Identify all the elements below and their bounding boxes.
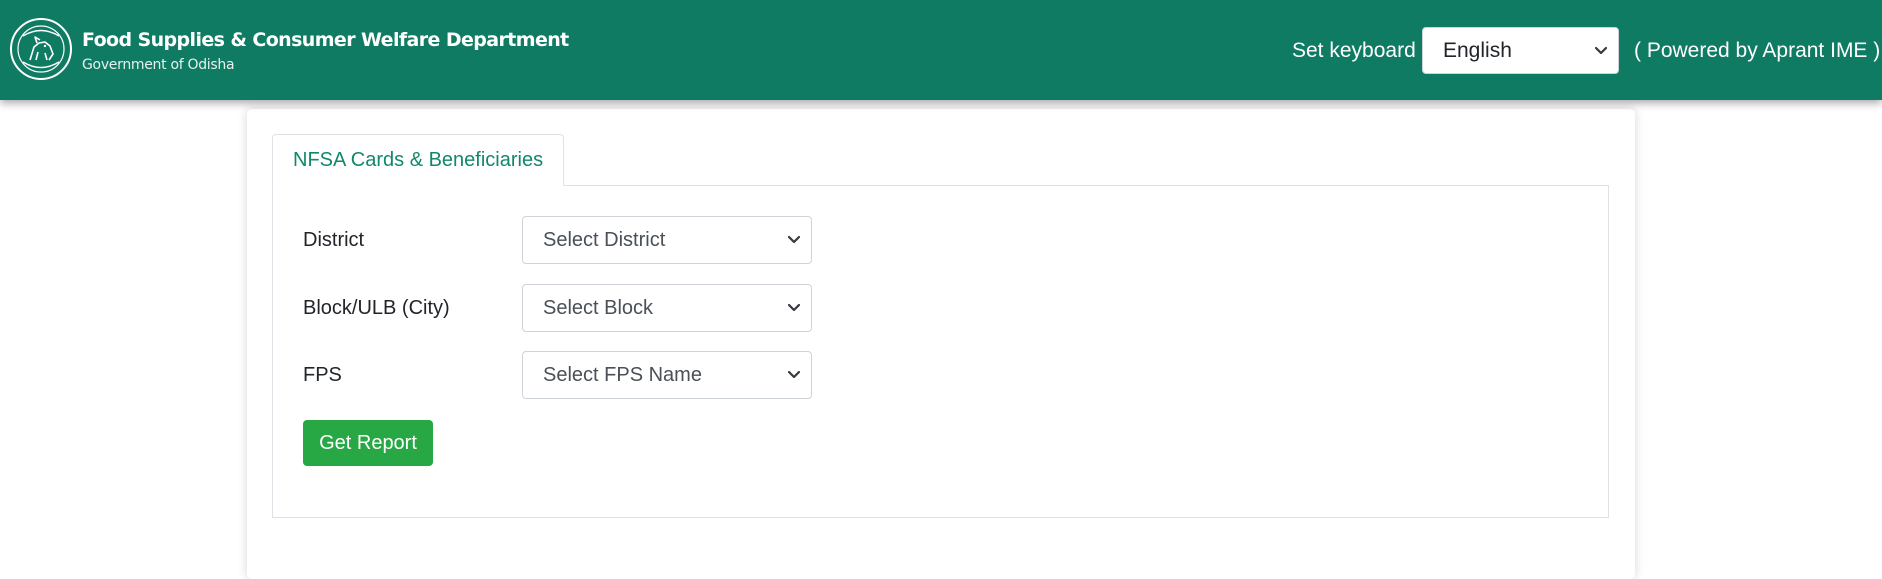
government-subtitle: Government of Odisha [82,57,235,73]
fps-label: FPS [303,364,342,386]
district-select[interactable]: Select District [522,216,812,264]
block-select-value: Select Block [543,297,654,319]
block-label: Block/ULB (City) [303,297,450,319]
block-select[interactable]: Select Block [522,284,812,332]
tab-content-pane [272,185,1609,518]
district-select-value: Select District [543,229,666,251]
keyboard-language-value: English [1443,39,1512,62]
set-keyboard-label: Set keyboard [1292,39,1416,62]
site-header: Food Supplies & Consumer Welfare Departm… [0,0,1882,100]
get-report-button[interactable]: Get Report [303,420,433,466]
department-title: Food Supplies & Consumer Welfare Departm… [82,29,569,51]
chevron-down-icon [787,235,801,244]
fps-select[interactable]: Select FPS Name [522,351,812,399]
fps-select-value: Select FPS Name [543,364,702,386]
odisha-emblem-icon [10,18,72,80]
district-label: District [303,229,365,251]
chevron-down-icon [787,303,801,312]
chevron-down-icon [787,370,801,379]
keyboard-language-select[interactable]: English [1422,27,1619,74]
chevron-down-icon [1594,46,1608,54]
tab-nfsa-cards-beneficiaries[interactable]: NFSA Cards & Beneficiaries [272,134,564,186]
powered-by-text: ( Powered by Aprant IME ) [1634,39,1881,62]
